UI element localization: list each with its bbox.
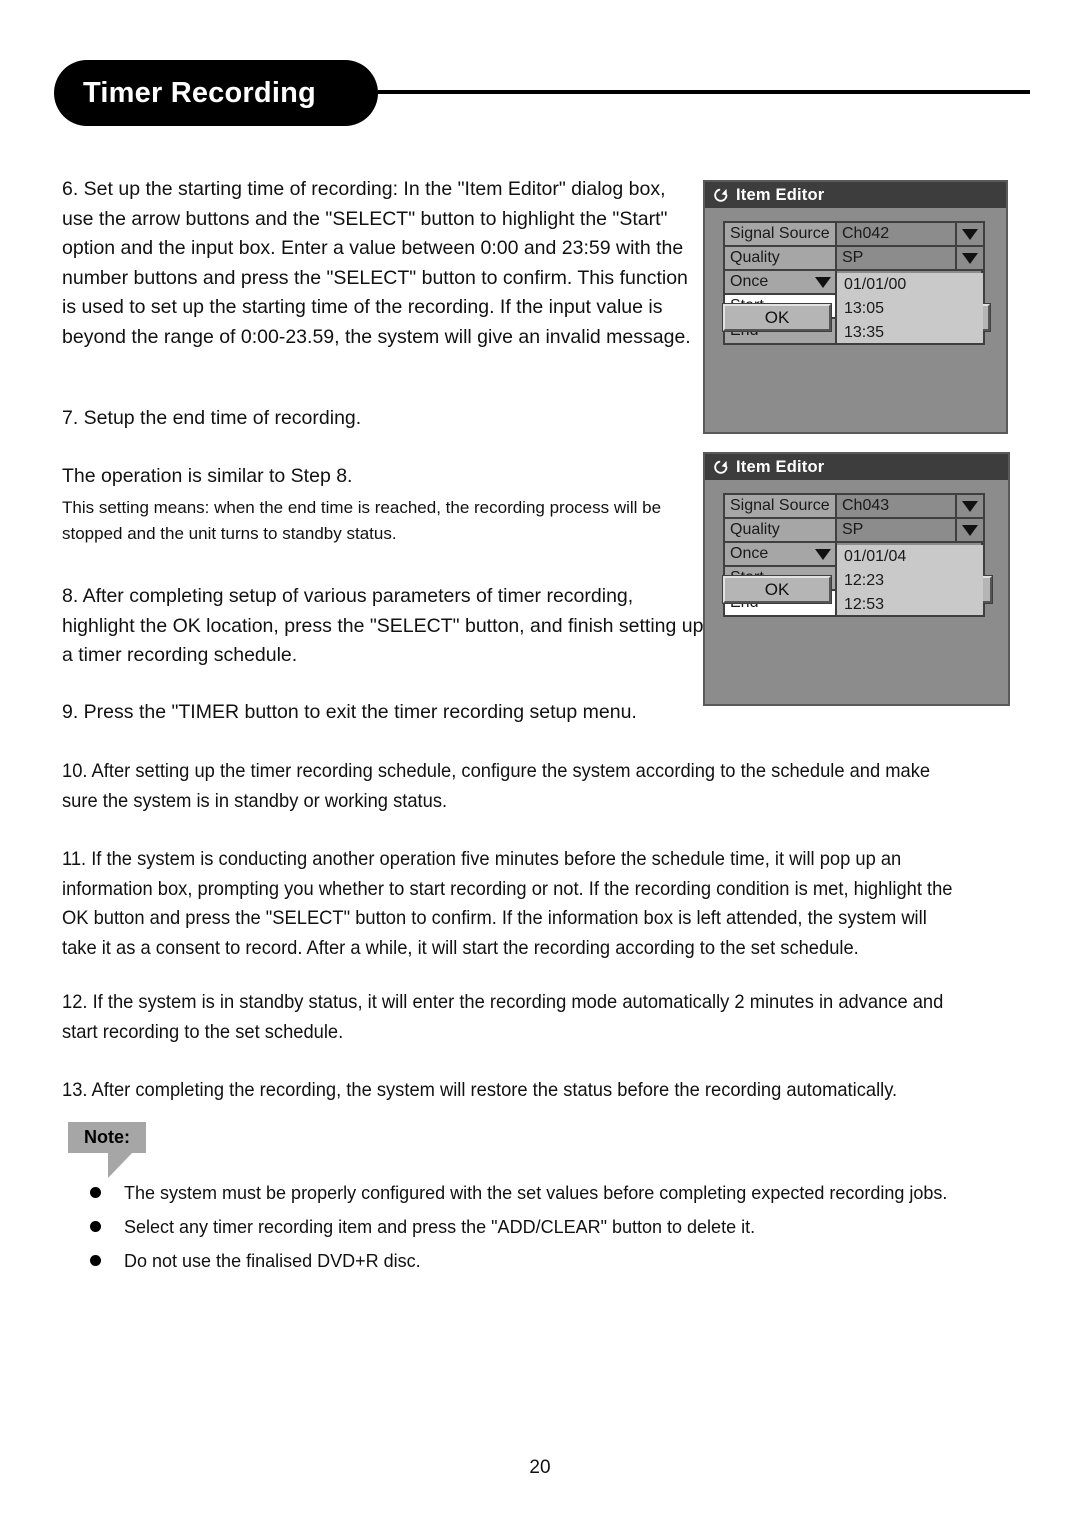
start-time-value[interactable]: 12:23 [844,569,983,593]
chevron-down-icon [962,524,978,536]
bullet-icon [90,1255,101,1266]
start-time-value[interactable]: 13:05 [844,297,983,321]
paragraph-step-7-operation: The operation is similar to Step 8. [62,465,353,487]
repeat-mode-dropdown-button[interactable] [811,543,837,567]
field-row-signal-source: Signal Source Ch042 [725,223,983,247]
field-row-quality: Quality SP [725,247,983,271]
page-header-pill: Timer Recording [54,60,378,126]
repeat-mode-label[interactable]: Once [725,271,811,295]
chevron-down-icon [815,548,831,560]
chevron-down-icon [962,500,978,512]
dialog-body: Signal Source Ch043 Quality SP Once 01/0… [705,480,1008,617]
quality-dropdown-button[interactable] [957,519,983,543]
paragraph-step-10: 10. After setting up the timer recording… [62,760,931,812]
note-callout: Note: [68,1122,188,1184]
note-badge: Note: [68,1122,146,1153]
paragraph-step-12: 12. If the system is in standby status, … [62,991,944,1043]
value-panel: 01/01/00 13:05 13:35 [835,273,983,343]
header-divider-rule [355,90,1030,94]
signal-source-dropdown-button[interactable] [957,223,983,247]
signal-source-dropdown-button[interactable] [957,495,983,519]
item-editor-dialog-2: Item Editor Signal Source Ch043 Quality … [703,452,1010,706]
undo-arrow-icon [714,460,728,474]
signal-source-value[interactable]: Ch042 [837,223,957,247]
paragraph-step-13: 13. After completing the recording, the … [62,1079,898,1101]
end-time-value[interactable]: 12:53 [844,593,983,617]
paragraph-step-9: 9. Press the "TIMER button to exit the t… [62,701,637,723]
list-item: Do not use the finalised DVD+R disc. [62,1248,1022,1274]
bullet-icon [90,1221,101,1232]
quality-value[interactable]: SP [837,247,957,271]
chevron-down-icon [962,228,978,240]
note-list: The system must be properly configured w… [62,1180,1022,1282]
paragraph-step-8: 8. After completing setup of various par… [62,585,704,666]
date-value[interactable]: 01/01/00 [844,273,983,297]
field-row-quality: Quality SP [725,519,983,543]
page-number: 20 [529,1457,551,1478]
signal-source-label: Signal Source [725,223,837,247]
paragraph-step-7: 7. Setup the end time of recording. [62,407,362,429]
quality-label: Quality [725,247,837,271]
dialog-body: Signal Source Ch042 Quality SP Once 01/0… [705,208,1006,345]
chevron-down-icon [815,276,831,288]
quality-value[interactable]: SP [837,519,957,543]
undo-arrow-icon [714,188,728,202]
quality-label: Quality [725,519,837,543]
field-row-signal-source: Signal Source Ch043 [725,495,983,519]
dialog-title: Item Editor [736,457,825,476]
dialog-titlebar: Item Editor [705,182,1006,208]
note-item-text: Do not use the finalised DVD+R disc. [124,1251,421,1271]
repeat-mode-dropdown-button[interactable] [811,271,837,295]
paragraph-step-6: 6. Set up the starting time of recording… [62,178,691,348]
paragraph-step-11: 11. If the system is conducting another … [62,848,953,959]
signal-source-label: Signal Source [725,495,837,519]
list-item: Select any timer recording item and pres… [62,1214,1022,1240]
value-panel: 01/01/04 12:23 12:53 [835,545,983,615]
paragraph-step-7-note: This setting means: when the end time is… [62,498,662,543]
note-badge-label: Note: [84,1127,130,1147]
dialog-titlebar: Item Editor [705,454,1008,480]
page-title: Timer Recording [83,76,316,109]
list-item: The system must be properly configured w… [62,1180,1022,1206]
dialog-title: Item Editor [736,185,825,204]
bullet-icon [90,1187,101,1198]
note-item-text: The system must be properly configured w… [124,1183,948,1203]
ok-button[interactable]: OK [722,575,832,604]
note-callout-tail [108,1152,133,1178]
repeat-mode-label[interactable]: Once [725,543,811,567]
quality-dropdown-button[interactable] [957,247,983,271]
chevron-down-icon [962,252,978,264]
end-time-value[interactable]: 13:35 [844,321,983,345]
signal-source-value[interactable]: Ch043 [837,495,957,519]
ok-button[interactable]: OK [722,303,832,332]
item-editor-dialog-1: Item Editor Signal Source Ch042 Quality … [703,180,1008,434]
date-value[interactable]: 01/01/04 [844,545,983,569]
note-item-text: Select any timer recording item and pres… [124,1217,756,1237]
